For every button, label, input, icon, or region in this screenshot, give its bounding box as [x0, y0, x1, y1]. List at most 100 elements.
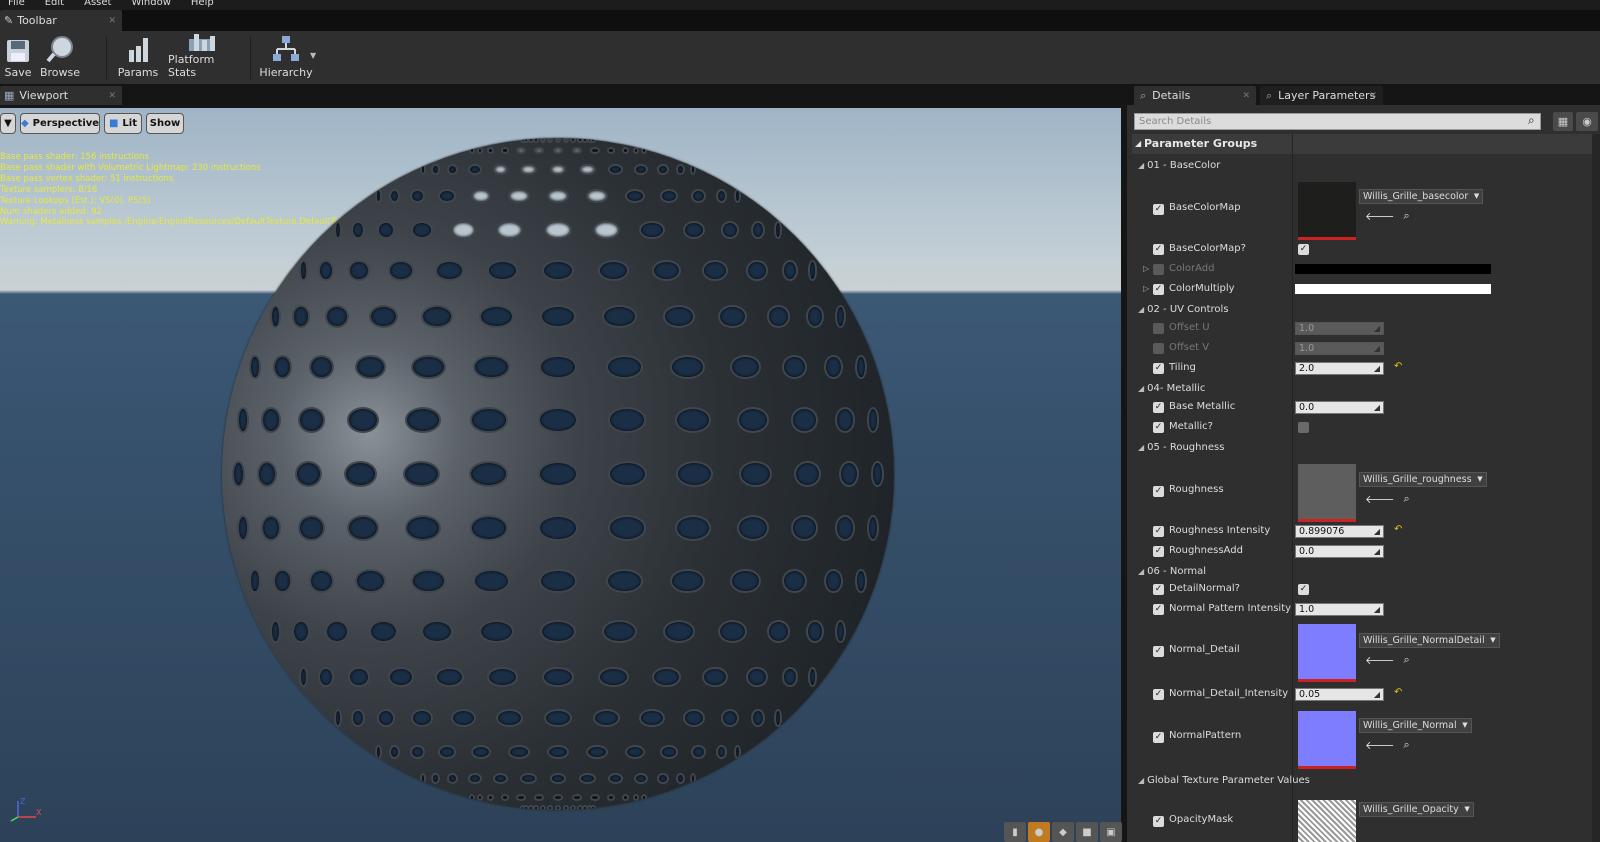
param-checkbox[interactable]: ✓ — [1153, 604, 1164, 615]
value-checkbox[interactable]: ✓ — [1298, 244, 1309, 255]
close-icon[interactable]: ✕ — [1242, 91, 1250, 101]
value-field[interactable]: 1.0 ◢ — [1295, 342, 1384, 355]
group-roughness[interactable]: ◢ 05 - Roughness — [1132, 438, 1224, 458]
expand-triangle-icon[interactable]: ▷ — [1143, 264, 1149, 273]
color-swatch[interactable] — [1295, 284, 1491, 294]
tab-details[interactable]: ⌕ Details ✕ — [1134, 86, 1256, 105]
value-field[interactable]: 0.05 ◢ — [1295, 688, 1384, 701]
browse-asset-icon[interactable]: ⌕ — [1404, 492, 1410, 506]
param-checkbox[interactable]: ✓ — [1153, 486, 1164, 497]
browse-asset-icon[interactable]: ⌕ — [1404, 209, 1410, 223]
parameter-groups-header[interactable]: ◢ Parameter Groups — [1132, 134, 1600, 154]
texture-thumbnail[interactable] — [1298, 800, 1356, 842]
group-normal[interactable]: ◢ 06 - Normal — [1132, 562, 1206, 582]
cube-icon[interactable]: ■ — [1076, 822, 1098, 842]
color-swatch[interactable] — [1295, 264, 1491, 274]
param-checkbox[interactable]: ✓ — [1153, 584, 1164, 595]
tab-layer-parameters[interactable]: ⌕ Layer Parameters ✕ — [1260, 86, 1383, 105]
lit-button[interactable]: ■ Lit — [104, 113, 142, 134]
group-uv-controls[interactable]: ◢ 02 - UV Controls — [1132, 300, 1229, 320]
use-selected-icon[interactable]: 🡐 — [1365, 738, 1395, 752]
texture-thumbnail[interactable] — [1298, 182, 1356, 240]
scrollbar[interactable] — [1592, 134, 1600, 842]
perspective-button[interactable]: ◆ Perspective — [20, 113, 100, 134]
save-button[interactable]: Save — [2, 31, 34, 84]
params-button[interactable]: Params — [117, 31, 159, 84]
value-checkbox[interactable]: ✓ — [1298, 584, 1309, 595]
value-field[interactable]: 0.0 ◢ — [1295, 545, 1384, 558]
search-input[interactable]: Search Details — [1134, 113, 1541, 130]
close-icon[interactable]: ✕ — [1369, 91, 1377, 101]
texture-thumbnail[interactable] — [1298, 464, 1356, 522]
param-checkbox[interactable]: ✓ — [1153, 689, 1164, 700]
texture-thumbnail[interactable] — [1298, 624, 1356, 682]
param-checkbox[interactable]: ✓ — [1153, 546, 1164, 557]
menu-help[interactable]: Help — [191, 0, 214, 8]
param-checkbox[interactable]: ✓ — [1153, 323, 1164, 334]
browse-button[interactable]: Browse — [40, 31, 80, 84]
plane-icon[interactable]: ◆ — [1052, 822, 1074, 842]
group-metallic[interactable]: ◢ 04- Metallic — [1132, 379, 1205, 399]
sphere-icon[interactable]: ● — [1028, 822, 1050, 842]
viewport-options-button[interactable]: ▼ — [0, 113, 16, 134]
value-field[interactable]: 1.0 ◢ — [1295, 603, 1384, 616]
param-checkbox[interactable]: ✓ — [1153, 646, 1164, 657]
platform-stats-button[interactable]: Platform Stats — [168, 31, 238, 84]
param-checkbox[interactable]: ✓ — [1153, 244, 1164, 255]
asset-dropdown[interactable]: Willis_Grille_Normal ▼ — [1359, 718, 1472, 733]
grille-hole — [468, 773, 482, 785]
param-checkbox[interactable]: ✓ — [1153, 422, 1164, 433]
show-label: Show — [149, 118, 181, 129]
asset-dropdown[interactable]: Willis_Grille_roughness ▼ — [1359, 472, 1487, 487]
menu-edit[interactable]: Edit — [45, 0, 64, 8]
use-selected-icon[interactable]: 🡐 — [1365, 492, 1395, 506]
browse-asset-icon[interactable]: ⌕ — [1404, 653, 1410, 667]
mesh-icon[interactable]: ▣ — [1100, 822, 1122, 842]
use-selected-icon[interactable]: 🡐 — [1365, 653, 1395, 667]
reset-to-default-icon[interactable]: ↶ — [1394, 524, 1402, 535]
value-checkbox[interactable]: ✓ — [1298, 422, 1309, 433]
texture-thumbnail[interactable] — [1298, 711, 1356, 769]
reset-to-default-icon[interactable]: ↶ — [1394, 361, 1402, 372]
column-splitter[interactable] — [1292, 134, 1293, 842]
toolbar-separator — [250, 37, 251, 79]
param-checkbox[interactable]: ✓ — [1153, 343, 1164, 354]
param-checkbox[interactable]: ✓ — [1153, 402, 1164, 413]
tab-toolbar[interactable]: ✎ Toolbar ✕ — [0, 10, 122, 31]
show-button[interactable]: Show — [146, 113, 184, 134]
tab-viewport[interactable]: ▦ Viewport ✕ — [0, 86, 122, 105]
param-checkbox[interactable]: ✓ — [1153, 816, 1164, 827]
asset-dropdown[interactable]: Willis_Grille_Opacity ▼ — [1359, 802, 1474, 817]
value-field[interactable]: 0.899076 ◢ — [1295, 525, 1384, 538]
grille-hole — [249, 354, 261, 380]
eye-icon[interactable]: ◉ — [1576, 112, 1598, 131]
close-icon[interactable]: ✕ — [108, 16, 116, 26]
value-field[interactable]: 1.0 ◢ — [1295, 322, 1384, 335]
menu-window[interactable]: Window — [131, 0, 170, 8]
asset-dropdown[interactable]: Willis_Grille_NormalDetail ▼ — [1359, 633, 1500, 648]
asset-dropdown[interactable]: Willis_Grille_basecolor ▼ — [1359, 189, 1484, 204]
group-basecolor[interactable]: ◢ 01 - BaseColor — [1132, 156, 1220, 176]
menu-asset[interactable]: Asset — [84, 0, 111, 8]
menu-file[interactable]: File — [8, 0, 25, 8]
param-checkbox[interactable]: ✓ — [1153, 732, 1164, 743]
chevron-down-icon[interactable]: ▼ — [310, 51, 316, 60]
value-field[interactable]: 2.0 ◢ — [1295, 362, 1384, 375]
param-checkbox[interactable]: ✓ — [1153, 284, 1164, 295]
value-field[interactable]: 0.0 ◢ — [1295, 401, 1384, 414]
hierarchy-button[interactable]: Hierarchy — [259, 31, 313, 84]
group-global-texture[interactable]: ◢ Global Texture Parameter Values — [1132, 771, 1310, 791]
close-icon[interactable]: ✕ — [108, 91, 116, 101]
param-checkbox[interactable]: ✓ — [1153, 204, 1164, 215]
browse-asset-icon[interactable]: ⌕ — [1404, 738, 1410, 752]
cylinder-icon[interactable]: ▮ — [1004, 822, 1026, 842]
param-checkbox[interactable]: ✓ — [1153, 363, 1164, 374]
param-checkbox[interactable]: ✓ — [1153, 264, 1164, 275]
use-selected-icon[interactable]: 🡐 — [1365, 209, 1395, 223]
view-options-icon[interactable]: ▦ — [1553, 112, 1573, 131]
expand-triangle-icon[interactable]: ▷ — [1143, 284, 1149, 293]
param-checkbox[interactable]: ✓ — [1153, 526, 1164, 537]
param-label: Offset V — [1169, 342, 1210, 353]
reset-to-default-icon[interactable]: ↶ — [1394, 687, 1402, 698]
parameter-groups-label: Parameter Groups — [1144, 137, 1258, 150]
